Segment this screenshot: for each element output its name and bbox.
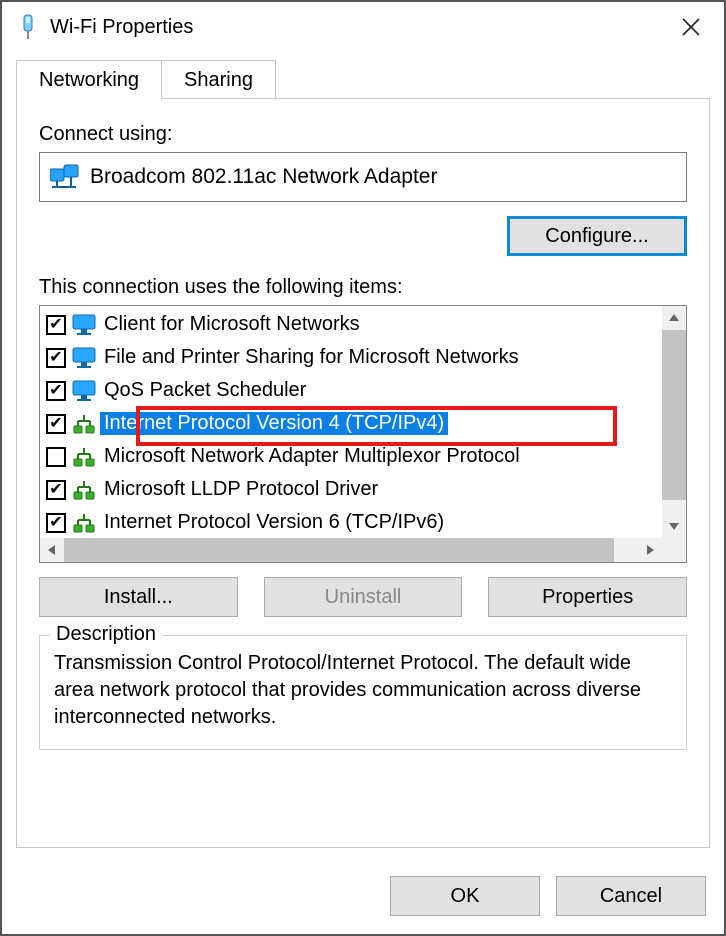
monitor-icon (72, 347, 96, 369)
component-label: QoS Packet Scheduler (100, 379, 310, 402)
component-checkbox[interactable] (46, 447, 66, 467)
component-row[interactable]: ✔ Internet Protocol Version 4 (TCP/IPv4) (40, 407, 662, 440)
protocol-icon (72, 413, 96, 435)
configure-button[interactable]: Configure... (507, 216, 687, 256)
components-listbox: ✔ Client for Microsoft Networks ✔ File and … (39, 305, 687, 563)
tab-sharing[interactable]: Sharing (162, 60, 276, 99)
component-row[interactable]: Microsoft Network Adapter Multiplexor Pr… (40, 440, 662, 473)
scroll-up-arrow-icon[interactable] (662, 306, 686, 330)
adapter-name: Broadcom 802.11ac Network Adapter (90, 165, 437, 189)
component-row[interactable]: ✔ QoS Packet Scheduler (40, 374, 662, 407)
scroll-thumb-horizontal[interactable] (64, 538, 614, 562)
adapter-icon (50, 163, 80, 191)
scroll-left-arrow-icon[interactable] (40, 538, 64, 562)
monitor-icon (72, 314, 96, 336)
tab-networking[interactable]: Networking (16, 60, 162, 99)
properties-button[interactable]: Properties (488, 577, 687, 617)
cancel-button[interactable]: Cancel (556, 876, 706, 916)
tab-row: Networking Sharing (16, 60, 710, 99)
component-row[interactable]: ✔ Microsoft LLDP Protocol Driver (40, 473, 662, 506)
app-icon (16, 13, 40, 41)
description-groupbox: Description Transmission Control Protoco… (39, 635, 687, 750)
components-horizontal-scrollbar[interactable] (40, 538, 662, 562)
components-vertical-scrollbar[interactable] (662, 306, 686, 538)
dialog-content: Networking Sharing Connect using: Broadc… (16, 60, 710, 854)
protocol-icon (72, 512, 96, 534)
adapter-selector[interactable]: Broadcom 802.11ac Network Adapter (39, 152, 687, 202)
component-label: Microsoft Network Adapter Multiplexor Pr… (100, 445, 524, 468)
scroll-down-arrow-icon[interactable] (662, 514, 686, 538)
description-text: Transmission Control Protocol/Internet P… (54, 650, 672, 731)
component-label: Internet Protocol Version 6 (TCP/IPv6) (100, 511, 448, 534)
component-checkbox[interactable]: ✔ (46, 381, 66, 401)
items-label: This connection uses the following items… (39, 276, 687, 299)
window-title: Wi-Fi Properties (50, 16, 666, 39)
component-label: File and Printer Sharing for Microsoft N… (100, 346, 523, 369)
tab-panel-networking: Connect using: Broadcom 802.11ac Network… (16, 98, 710, 848)
component-row[interactable]: ✔ Internet Protocol Version 6 (TCP/IPv6) (40, 506, 662, 538)
close-button[interactable] (666, 2, 716, 52)
component-checkbox[interactable]: ✔ (46, 513, 66, 533)
protocol-icon (72, 446, 96, 468)
title-bar: Wi-Fi Properties (2, 2, 724, 52)
description-legend: Description (50, 623, 162, 646)
components-list[interactable]: ✔ Client for Microsoft Networks ✔ File and … (40, 306, 662, 538)
scroll-thumb-vertical[interactable] (662, 330, 686, 500)
component-checkbox[interactable]: ✔ (46, 480, 66, 500)
component-checkbox[interactable]: ✔ (46, 414, 66, 434)
component-label: Client for Microsoft Networks (100, 313, 364, 336)
scroll-right-arrow-icon[interactable] (638, 538, 662, 562)
install-button[interactable]: Install... (39, 577, 238, 617)
component-checkbox[interactable]: ✔ (46, 315, 66, 335)
monitor-icon (72, 380, 96, 402)
dialog-footer: OK Cancel (390, 876, 706, 916)
component-row[interactable]: ✔ File and Printer Sharing for Microsoft … (40, 341, 662, 374)
uninstall-button: Uninstall (264, 577, 463, 617)
component-row[interactable]: ✔ Client for Microsoft Networks (40, 308, 662, 341)
component-label: Internet Protocol Version 4 (TCP/IPv4) (100, 412, 448, 435)
ok-button[interactable]: OK (390, 876, 540, 916)
component-checkbox[interactable]: ✔ (46, 348, 66, 368)
protocol-icon (72, 479, 96, 501)
connect-using-label: Connect using: (39, 123, 687, 146)
component-label: Microsoft LLDP Protocol Driver (100, 478, 382, 501)
